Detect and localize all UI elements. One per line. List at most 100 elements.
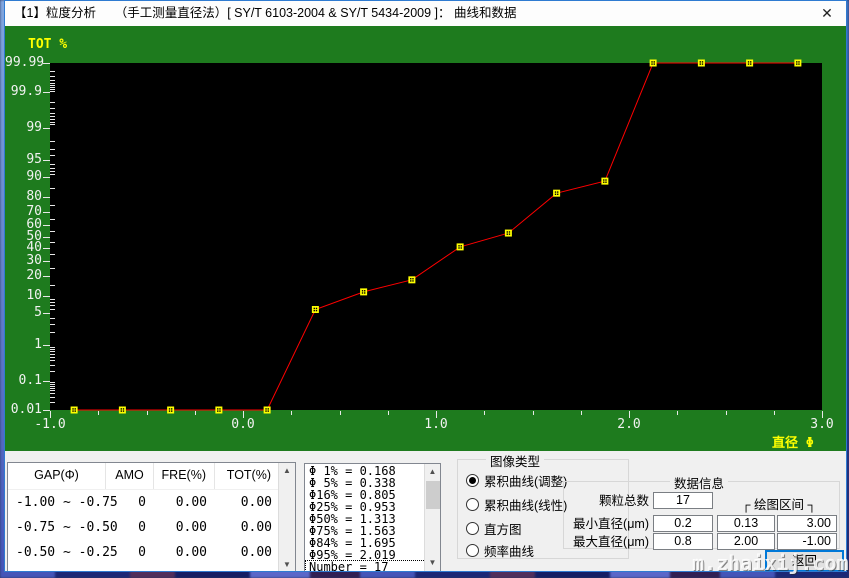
title-bar[interactable]: 【1】粒度分析 （手工测量直径法）[ SY/T 6103-2004 & SY/T…: [5, 1, 846, 26]
total-grains-label: 颗粒总数: [564, 493, 649, 510]
column-header[interactable]: AMO: [106, 463, 154, 489]
list-item[interactable]: Φ 5% = 0.338: [305, 476, 440, 488]
column-header[interactable]: TOT(%): [215, 463, 280, 489]
y-tick-label: 0.1: [5, 373, 42, 388]
min-diameter-value: 0.2: [653, 515, 713, 532]
radio-cumulative-linear[interactable]: 累积曲线(线性): [466, 496, 567, 512]
y-minor-tick: [50, 113, 55, 114]
list-item[interactable]: Number = 17: [305, 560, 440, 571]
close-icon[interactable]: ✕: [810, 1, 844, 26]
x-tick-label: -1.0: [30, 417, 70, 432]
percentile-listbox[interactable]: Φ 1% = 0.168Φ 5% = 0.338Φ16% = 0.805Φ25%…: [304, 463, 441, 571]
scroll-down-icon[interactable]: ▼: [279, 557, 295, 571]
table-cell: -0.75 ~ -0.50: [8, 515, 106, 540]
table-cell: 0: [106, 515, 154, 540]
data-point-marker: [505, 230, 512, 237]
table-row[interactable]: -0.50 ~ -0.2500.000.00: [8, 540, 295, 565]
data-point-marker: [360, 288, 367, 295]
y-minor-tick: [50, 254, 55, 255]
radio-frequency-curve[interactable]: 频率曲线: [466, 542, 534, 558]
return-button[interactable]: 返回: [765, 550, 844, 571]
scroll-down-icon[interactable]: ▼: [425, 555, 440, 571]
radio-label[interactable]: 累积曲线(线性): [484, 495, 567, 514]
table-body: -1.00 ~ -0.7500.000.00-0.75 ~ -0.5000.00…: [8, 490, 295, 571]
radio-label[interactable]: 频率曲线: [484, 541, 534, 560]
x-tick-label: 0.0: [223, 417, 263, 432]
x-minor-tick: [533, 411, 534, 415]
y-minor-tick: [50, 397, 55, 398]
y-minor-tick: [50, 349, 55, 350]
column-header[interactable]: GAP(Φ): [8, 463, 106, 489]
y-minor-tick: [50, 309, 55, 310]
x-minor-tick: [388, 411, 389, 415]
x-minor-tick: [291, 411, 292, 415]
table-cell: 0.00: [215, 490, 280, 515]
table-row[interactable]: -0.25 ~ 0.0000.000.00: [8, 565, 295, 571]
y-minor-tick: [50, 324, 55, 325]
y-major-tick: [43, 248, 50, 249]
chart-area: TOT % 99.9999.99995908070605040302010510…: [5, 26, 846, 451]
list-item[interactable]: Φ95% = 2.019: [305, 548, 440, 560]
y-tick-label: 99.9: [5, 84, 42, 99]
y-tick-label: 20: [5, 268, 42, 283]
y-major-tick: [43, 410, 50, 411]
y-minor-tick: [50, 357, 55, 358]
y-minor-tick: [50, 87, 55, 88]
table-cell: 0.00: [154, 515, 215, 540]
y-minor-tick: [50, 268, 55, 269]
x-minor-tick: [774, 411, 775, 415]
radio-histogram[interactable]: 直方图: [466, 520, 522, 536]
table-row[interactable]: -1.00 ~ -0.7500.000.00: [8, 490, 295, 515]
y-minor-tick: [50, 155, 55, 156]
gap-table[interactable]: GAP(Φ)AMOFRE(%)TOT(%) -1.00 ~ -0.7500.00…: [7, 462, 296, 571]
radio-cumulative-adjusted[interactable]: 累积曲线(调整): [466, 472, 567, 488]
y-minor-tick: [50, 360, 55, 361]
table-cell: -0.25 ~ 0.00: [8, 565, 106, 571]
table-cell: 0.00: [154, 490, 215, 515]
scroll-up-icon[interactable]: ▲: [279, 463, 295, 479]
list-item[interactable]: Φ16% = 0.805: [305, 488, 440, 500]
table-scrollbar[interactable]: ▲ ▼: [278, 463, 295, 571]
table-row[interactable]: -0.75 ~ -0.5000.000.00: [8, 515, 295, 540]
radio-icon[interactable]: [466, 474, 479, 487]
range-bottom-pct: -1.00: [777, 533, 837, 550]
scroll-up-icon[interactable]: ▲: [425, 464, 440, 480]
radio-label[interactable]: 直方图: [484, 519, 522, 538]
list-item[interactable]: Φ84% = 1.695: [305, 536, 440, 548]
list-item[interactable]: Φ75% = 1.563: [305, 524, 440, 536]
y-minor-tick: [50, 119, 55, 120]
radio-icon[interactable]: [466, 522, 479, 535]
y-minor-tick: [50, 168, 55, 169]
x-axis-title: 直径 Φ: [772, 432, 814, 451]
data-point-marker: [794, 60, 801, 67]
radio-label[interactable]: 累积曲线(调整): [484, 471, 567, 490]
y-minor-tick: [50, 149, 55, 150]
y-minor-tick: [50, 393, 55, 394]
list-item[interactable]: Φ50% = 1.313: [305, 512, 440, 524]
y-tick-label: 0.01: [5, 402, 42, 417]
x-minor-tick: [484, 411, 485, 415]
column-header[interactable]: FRE(%): [154, 463, 215, 489]
x-minor-tick: [340, 411, 341, 415]
y-minor-tick: [50, 305, 55, 306]
y-minor-tick: [50, 122, 55, 123]
table-cell: 0.00: [215, 565, 280, 571]
y-major-tick: [43, 237, 50, 238]
max-diameter-value: 0.8: [653, 533, 713, 550]
table-cell: 0.00: [154, 540, 215, 565]
list-item[interactable]: Φ25% = 0.953: [305, 500, 440, 512]
y-major-tick: [43, 92, 50, 93]
cumulative-curve: [50, 63, 822, 410]
radio-icon[interactable]: [466, 544, 479, 557]
scrollbar-thumb[interactable]: [426, 481, 440, 509]
listbox-scrollbar[interactable]: ▲ ▼: [424, 464, 440, 571]
data-point-marker: [457, 243, 464, 250]
list-item[interactable]: Φ 1% = 0.168: [305, 464, 440, 476]
y-major-tick: [43, 225, 50, 226]
y-major-tick: [43, 261, 50, 262]
y-minor-tick: [50, 91, 55, 92]
y-tick-label: 99.99: [5, 55, 42, 70]
y-minor-tick: [50, 141, 55, 142]
radio-icon[interactable]: [466, 498, 479, 511]
curve-line: [74, 63, 798, 410]
